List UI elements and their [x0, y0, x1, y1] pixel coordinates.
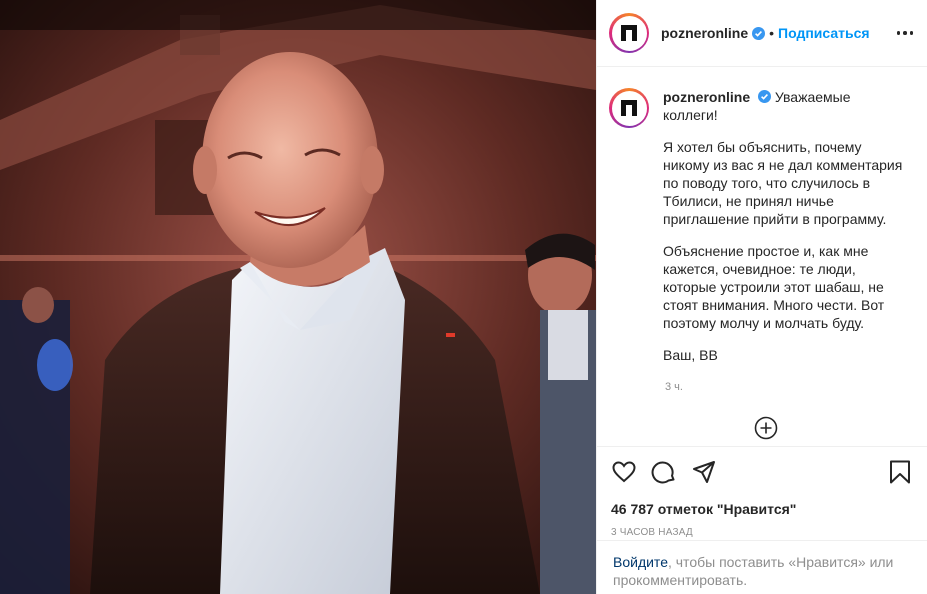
header-username[interactable]: pozneronline	[661, 25, 748, 41]
comment-icon[interactable]	[651, 459, 677, 485]
caption-text: pozneronline Уважаемые коллеги! Я хотел …	[663, 88, 909, 396]
login-link[interactable]: Войдите	[613, 554, 668, 570]
avatar[interactable]	[609, 13, 649, 53]
caption-paragraph-2: Объяснение простое и, как мне кажется, о…	[663, 243, 885, 331]
caption-avatar-ring	[611, 90, 647, 126]
avatar-ring	[611, 15, 647, 51]
caption-avatar-logo-mark	[621, 100, 637, 116]
post-photo[interactable]	[0, 0, 596, 594]
caption-area: pozneronline Уважаемые коллеги! Я хотел …	[597, 68, 927, 446]
caption-paragraph-1: Я хотел бы объяснить, почему никому из в…	[663, 139, 903, 227]
post-header: pozneronline • Подписаться	[597, 0, 927, 67]
share-icon[interactable]	[691, 459, 717, 485]
avatar-logo	[613, 17, 645, 49]
caption-username[interactable]: pozneronline	[663, 89, 750, 105]
caption-time[interactable]: 3 ч.	[665, 378, 909, 396]
caption-avatar-logo	[613, 92, 645, 124]
follow-button[interactable]: Подписаться	[778, 25, 870, 41]
post-photo-image	[0, 0, 596, 594]
heart-icon[interactable]	[611, 459, 637, 485]
more-options-icon[interactable]	[896, 31, 913, 35]
verified-icon	[752, 26, 766, 40]
caption-avatar[interactable]	[609, 88, 649, 128]
bookmark-icon[interactable]	[887, 459, 913, 485]
login-prompt: Войдите, чтобы поставить «Нравится» или …	[597, 540, 927, 589]
post-actions: 46 787 отметок "Нравится" 3 ЧАСОВ НАЗАД	[597, 446, 927, 538]
caption-signature: Ваш, ВВ	[663, 347, 718, 363]
post-timestamp[interactable]: 3 ЧАСОВ НАЗАД	[611, 527, 913, 538]
avatar-logo-mark	[621, 25, 637, 41]
likes-count[interactable]: 46 787 отметок "Нравится"	[611, 501, 913, 517]
header-separator: •	[769, 25, 775, 41]
post-side-panel: pozneronline • Подписаться pozneronline …	[596, 0, 927, 594]
verified-icon	[758, 89, 772, 103]
plus-circle-icon[interactable]	[754, 416, 778, 440]
